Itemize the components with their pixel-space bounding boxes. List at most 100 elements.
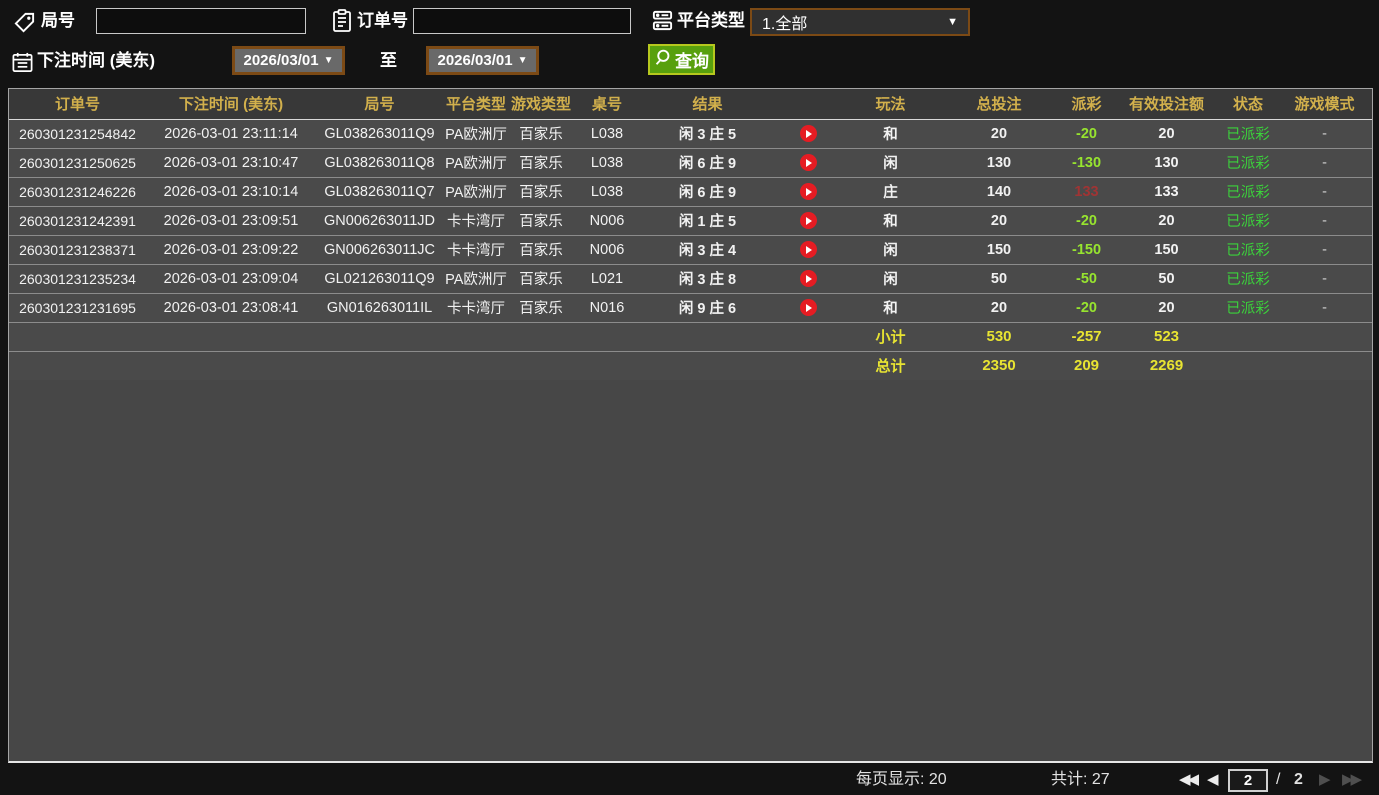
query-button-label: 查询 <box>675 52 709 71</box>
current-page-input[interactable]: 2 <box>1228 769 1268 792</box>
cell-order_id: 260301231231695 <box>9 292 146 322</box>
next-page-button[interactable]: ▶ <box>1319 770 1331 788</box>
date-to-picker[interactable]: 2026/03/01 ▼ <box>426 46 539 75</box>
order-no-label: 订单号 <box>357 11 408 30</box>
play-video-icon[interactable] <box>799 241 817 258</box>
column-header-bet_time: 下注时间 (美东) <box>146 89 316 120</box>
cell-table_no: N006 <box>573 205 641 235</box>
subtotal-row-value-valid_bet: 523 <box>1114 321 1219 351</box>
play-video-icon[interactable] <box>799 212 817 229</box>
cell-total_bet: 20 <box>939 292 1059 322</box>
order-no-input[interactable] <box>413 8 631 34</box>
round-no-label: 局号 <box>41 11 75 30</box>
cell-platform: PA欧洲厅 <box>443 147 509 177</box>
table-row: 260301231254842 2026-03-01 23:11:14 GL0382… <box>9 119 1372 148</box>
cell-play <box>774 147 842 177</box>
chevron-down-icon: ▼ <box>947 16 958 28</box>
cell-game_type: 百家乐 <box>509 234 573 264</box>
cell-game_type: 百家乐 <box>509 292 573 322</box>
date-to-value: 2026/03/01 <box>437 52 513 69</box>
grand-total-row-value-play_way: 总计 <box>842 350 939 380</box>
cell-platform: PA欧洲厅 <box>443 176 509 206</box>
cell-play <box>774 119 842 148</box>
first-page-button[interactable]: ◀◀ <box>1179 770 1199 788</box>
grand-total-row-value-valid_bet: 2269 <box>1114 350 1219 380</box>
query-button[interactable]: 查询 <box>648 44 715 75</box>
cell-payout: -50 <box>1059 263 1114 293</box>
last-page-button[interactable]: ▶▶ <box>1342 770 1362 788</box>
cell-platform: PA欧洲厅 <box>443 263 509 293</box>
cell-play_way: 和 <box>842 292 939 322</box>
cell-platform: 卡卡湾厅 <box>443 292 509 322</box>
play-video-icon[interactable] <box>799 183 817 200</box>
cell-play_way: 和 <box>883 127 898 143</box>
cell-status: 已派彩 <box>1219 263 1277 293</box>
play-video-icon[interactable] <box>799 154 817 171</box>
prev-page-button[interactable]: ◀ <box>1207 770 1219 788</box>
grand-total-row: 总计 2350 209 2269 <box>9 350 1372 380</box>
column-header-payout: 派彩 <box>1059 89 1114 120</box>
cell-payout: -20 <box>1076 125 1097 142</box>
cell-valid_bet: 20 <box>1114 292 1219 322</box>
cell-status: 已派彩 <box>1219 176 1277 206</box>
cell-platform: 卡卡湾厅 <box>443 234 509 264</box>
cell-play_way: 闲 <box>842 147 939 177</box>
column-header-result: 结果 <box>641 89 774 120</box>
play-video-icon[interactable] <box>799 125 817 142</box>
cell-valid_bet: 133 <box>1114 176 1219 206</box>
cell-table_no: L021 <box>573 263 641 293</box>
cell-game_type: 百家乐 <box>509 176 573 206</box>
table-row: 260301231250625 2026-03-01 23:10:47 GL0382… <box>9 147 1372 177</box>
cell-platform: 卡卡湾厅 <box>443 205 509 235</box>
grand-total-row-value-total_bet: 2350 <box>939 350 1059 380</box>
cell-payout: -150 <box>1059 234 1114 264</box>
platform-type-select[interactable]: 1.全部 ▼ <box>750 8 970 36</box>
table-row: 260301231231695 2026-03-01 23:08:41 GN0162… <box>9 292 1372 322</box>
table-row: 260301231242391 2026-03-01 23:09:51 GN0062… <box>9 205 1372 235</box>
column-header-valid_bet: 有效投注额 <box>1114 89 1219 120</box>
cell-mode: - <box>1277 176 1372 206</box>
subtotal-row-value-play_way: 小计 <box>842 321 939 351</box>
cell-mode: - <box>1277 292 1372 322</box>
cell-mode: - <box>1277 263 1372 293</box>
bet-time-label: 下注时间 (美东) <box>37 51 156 70</box>
search-icon <box>654 49 671 71</box>
cell-round_no: GL038263011Q8 <box>316 147 443 177</box>
cell-order_id: 260301231235234 <box>9 263 146 293</box>
date-from-picker[interactable]: 2026/03/01 ▼ <box>232 46 345 75</box>
cell-result: 闲 1 庄 5 <box>641 205 774 235</box>
cell-order_id: 260301231250625 <box>9 147 146 177</box>
cell-total_bet: 140 <box>939 176 1059 206</box>
cell-game_type: 百家乐 <box>519 127 563 143</box>
cell-play <box>774 205 842 235</box>
cell-payout: -20 <box>1059 292 1114 322</box>
total-count-indicator: 共计: 27 <box>1051 771 1110 788</box>
date-from-value: 2026/03/01 <box>243 52 319 69</box>
subtotal-row-value-payout: -257 <box>1059 321 1114 351</box>
platform-type-label: 平台类型 <box>677 11 745 30</box>
cell-bet_time: 2026-03-01 23:09:22 <box>146 234 316 264</box>
column-header-order_id: 订单号 <box>9 89 146 120</box>
cell-play <box>774 234 842 264</box>
cell-round_no: GL038263011Q9 <box>324 125 435 142</box>
cell-game_type: 百家乐 <box>509 263 573 293</box>
column-header-game_type: 游戏类型 <box>509 89 573 120</box>
cell-round_no: GN006263011JD <box>316 205 443 235</box>
cell-valid_bet: 130 <box>1114 147 1219 177</box>
cell-play <box>774 292 842 322</box>
cell-status: 已派彩 <box>1226 127 1270 143</box>
round-no-input[interactable] <box>96 8 306 34</box>
total-pages: 2 <box>1294 771 1303 788</box>
cell-result: 闲 3 庄 4 <box>641 234 774 264</box>
platform-type-value: 1.全部 <box>762 16 808 33</box>
cell-game_type: 百家乐 <box>509 147 573 177</box>
cell-result: 闲 6 庄 9 <box>641 147 774 177</box>
cell-total_bet: 150 <box>939 234 1059 264</box>
cell-payout: 133 <box>1059 176 1114 206</box>
cell-order_id: 260301231238371 <box>9 234 146 264</box>
cell-valid_bet: 20 <box>1114 205 1219 235</box>
table-header-row: 订单号 下注时间 (美东) 局号 平台类型 游戏类型 桌号 结果 玩法 总投注 派彩 有效投注额 状态… <box>9 89 1372 120</box>
play-video-icon[interactable] <box>799 299 817 316</box>
play-video-icon[interactable] <box>799 270 817 287</box>
cell-mode: - <box>1277 234 1372 264</box>
